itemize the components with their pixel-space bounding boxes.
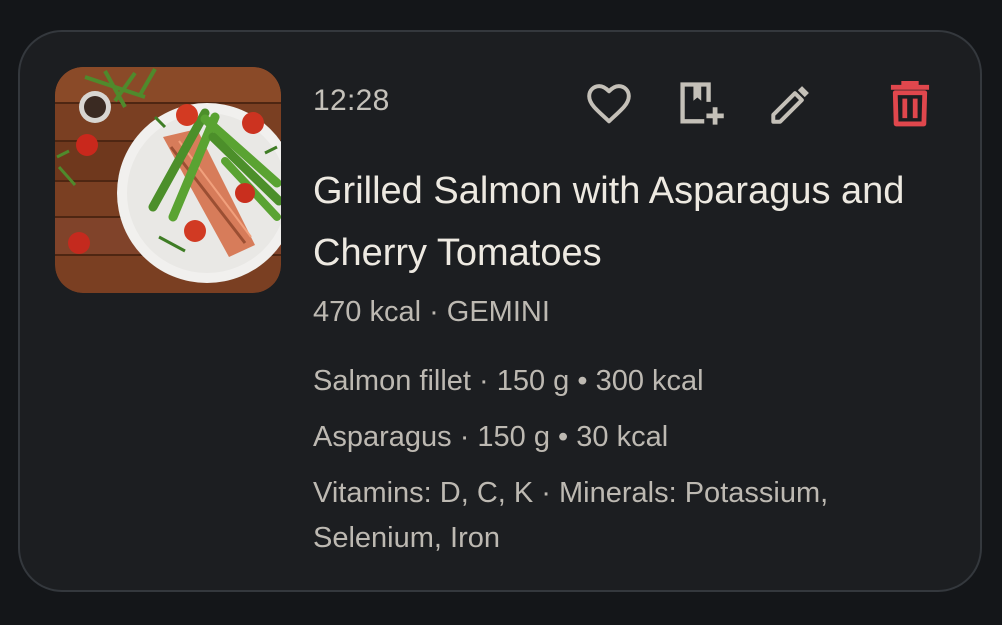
bookmark-add-icon: [680, 82, 724, 125]
nutrients-info: Vitamins: D, C, K · Minerals: Potassium,…: [313, 477, 829, 554]
calorie-summary: 470 kcal · GEMINI: [313, 296, 550, 328]
ingredient-item: Asparagus · 150 g • 30 kcal: [313, 421, 669, 453]
save-to-collection-button[interactable]: [673, 76, 729, 132]
delete-button[interactable]: [882, 76, 938, 132]
meal-card[interactable]: 12:28 Grilled Salmon with Asparagus and …: [18, 30, 982, 592]
heart-outline-icon: [587, 84, 631, 124]
meal-time: 12:28: [313, 84, 390, 117]
meal-photo: [55, 67, 281, 293]
edit-button[interactable]: [763, 76, 819, 132]
ingredient-item: Salmon fillet · 150 g • 300 kcal: [313, 365, 704, 397]
meal-title: Grilled Salmon with Asparagus and Cherry…: [313, 170, 905, 274]
pencil-icon: [771, 86, 809, 124]
trash-icon: [890, 81, 930, 127]
favorite-button[interactable]: [581, 76, 637, 132]
